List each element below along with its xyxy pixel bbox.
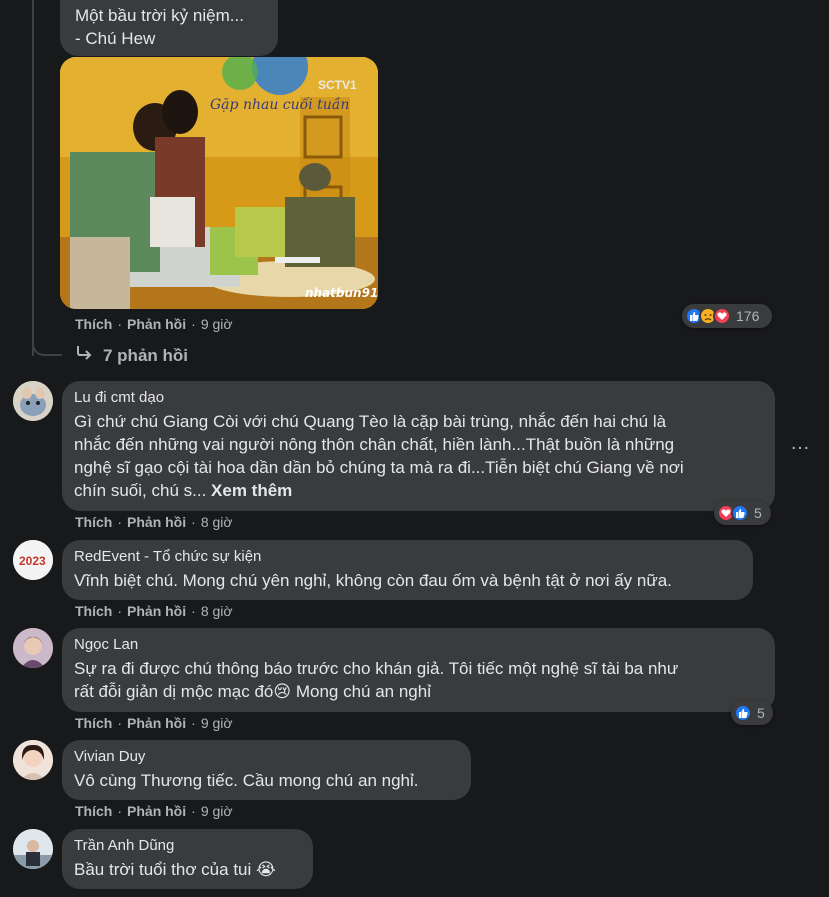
- avatar[interactable]: [13, 829, 53, 869]
- view-replies-button[interactable]: 7 phản hồi: [75, 345, 188, 366]
- comment-author[interactable]: Trần Anh Dũng: [74, 837, 301, 855]
- more-options-glyph: …: [790, 432, 811, 454]
- comment-bubble: Một bầu trời kỷ niệm... - Chú Hew: [60, 0, 278, 56]
- svg-text:2023: 2023: [19, 554, 46, 568]
- comment-text-line: Bầu trời tuổi thơ của tui 😭: [74, 860, 276, 879]
- comment-author[interactable]: Ngọc Lan: [74, 636, 763, 654]
- reply-link[interactable]: Phản hồi: [127, 803, 186, 819]
- comment-text-line: rất đỗi giản dị mộc mạc đó😢 Mong chú an …: [74, 682, 431, 701]
- separator-dot: ·: [191, 603, 196, 619]
- comment-author[interactable]: Lu đi cmt dạo: [74, 389, 763, 407]
- video-channel-logo: SCTV1: [318, 78, 357, 92]
- avatar[interactable]: 2023: [13, 540, 53, 580]
- comment-bubble: Ngọc Lan Sự ra đi được chú thông báo trư…: [62, 628, 775, 712]
- like-reaction-icon: [734, 704, 752, 722]
- reply-link[interactable]: Phản hồi: [127, 514, 186, 530]
- reaction-count: 176: [736, 308, 760, 324]
- like-link[interactable]: Thích: [75, 603, 112, 619]
- separator-dot: ·: [117, 715, 123, 731]
- comment-author[interactable]: RedEvent - Tổ chức sự kiện: [74, 548, 741, 566]
- comment-actions: Thích · Phản hồi · 8 giờ: [75, 603, 233, 619]
- see-more-link[interactable]: Xem thêm: [211, 481, 292, 500]
- separator-dot: ·: [191, 715, 196, 731]
- comment-text-line: - Chú Hew: [75, 29, 156, 48]
- like-link[interactable]: Thích: [75, 803, 112, 819]
- comment-text-line: Sự ra đi được chú thông báo trước cho kh…: [74, 659, 679, 678]
- avatar[interactable]: [13, 628, 53, 668]
- reaction-summary[interactable]: 176: [682, 304, 772, 328]
- video-still-image: Gặp nhau cuối tuần SCTV1 nhatbun91: [60, 57, 378, 309]
- thread-curve: [32, 340, 62, 356]
- video-watermark: nhatbun91: [305, 286, 378, 300]
- like-link[interactable]: Thích: [75, 316, 112, 332]
- avatar[interactable]: [13, 740, 53, 780]
- reply-arrow-icon: [75, 345, 93, 366]
- timestamp[interactable]: 9 giờ: [201, 715, 233, 731]
- comment-text-line: chín suối, chú s... Xem thêm: [74, 479, 763, 502]
- reaction-summary[interactable]: 5: [731, 701, 773, 725]
- comment-actions: Thích · Phản hồi · 9 giờ: [75, 803, 233, 819]
- comment-text-fragment: chín suối, chú s...: [74, 481, 207, 500]
- timestamp[interactable]: 9 giờ: [201, 316, 233, 332]
- reply-link[interactable]: Phản hồi: [127, 316, 186, 332]
- separator-dot: ·: [191, 514, 196, 530]
- comment-actions: Thích · Phản hồi · 9 giờ: [75, 316, 233, 332]
- separator-dot: ·: [117, 803, 123, 819]
- avatar[interactable]: [13, 381, 53, 421]
- separator-dot: ·: [191, 803, 196, 819]
- separator-dot: ·: [117, 316, 123, 332]
- video-show-title: Gặp nhau cuối tuần: [210, 96, 349, 113]
- comment-bubble: Vivian Duy Vô cùng Thương tiếc. Cầu mong…: [62, 740, 471, 800]
- separator-dot: ·: [191, 316, 196, 332]
- love-reaction-icon: [713, 307, 731, 325]
- comment-text-line: Vô cùng Thương tiếc. Cầu mong chú an ngh…: [74, 771, 419, 790]
- comment-text-line: nhắc đến những vai người nông thôn chân …: [74, 435, 675, 454]
- timestamp[interactable]: 8 giờ: [201, 603, 233, 619]
- comment-text-line: Một bầu trời kỷ niệm...: [75, 6, 244, 25]
- reply-link[interactable]: Phản hồi: [127, 603, 186, 619]
- reaction-count: 5: [757, 705, 765, 721]
- reaction-count: 5: [754, 505, 762, 521]
- comment-text-line: nghệ sĩ gạo cội tài hoa dần dần bỏ chúng…: [74, 458, 684, 477]
- comment-actions: Thích · Phản hồi · 9 giờ: [75, 715, 233, 731]
- comment-text-line: Vĩnh biệt chú. Mong chú yên nghỉ, không …: [74, 571, 672, 590]
- video-thumbnail[interactable]: Gặp nhau cuối tuần SCTV1 nhatbun91: [60, 57, 378, 309]
- separator-dot: ·: [117, 603, 123, 619]
- more-options-icon[interactable]: …: [790, 432, 811, 455]
- reply-link[interactable]: Phản hồi: [127, 715, 186, 731]
- comment-bubble: Trần Anh Dũng Bầu trời tuổi thơ của tui …: [62, 829, 313, 889]
- like-link[interactable]: Thích: [75, 715, 112, 731]
- comment-actions: Thích · Phản hồi · 8 giờ: [75, 514, 233, 530]
- reaction-summary[interactable]: 5: [714, 501, 771, 525]
- thread-line: [32, 0, 34, 356]
- replies-count-label: 7 phản hồi: [103, 345, 188, 365]
- comment-bubble: Lu đi cmt dạo Gì chứ chú Giang Còi với c…: [62, 381, 775, 511]
- like-link[interactable]: Thích: [75, 514, 112, 530]
- timestamp[interactable]: 8 giờ: [201, 514, 233, 530]
- comment-bubble: RedEvent - Tổ chức sự kiện Vĩnh biệt chú…: [62, 540, 753, 600]
- comment-author[interactable]: Vivian Duy: [74, 748, 459, 766]
- comment-text-line: Gì chứ chú Giang Còi với chú Quang Tèo l…: [74, 412, 667, 431]
- like-reaction-icon: [731, 504, 749, 522]
- separator-dot: ·: [117, 514, 123, 530]
- timestamp[interactable]: 9 giờ: [201, 803, 233, 819]
